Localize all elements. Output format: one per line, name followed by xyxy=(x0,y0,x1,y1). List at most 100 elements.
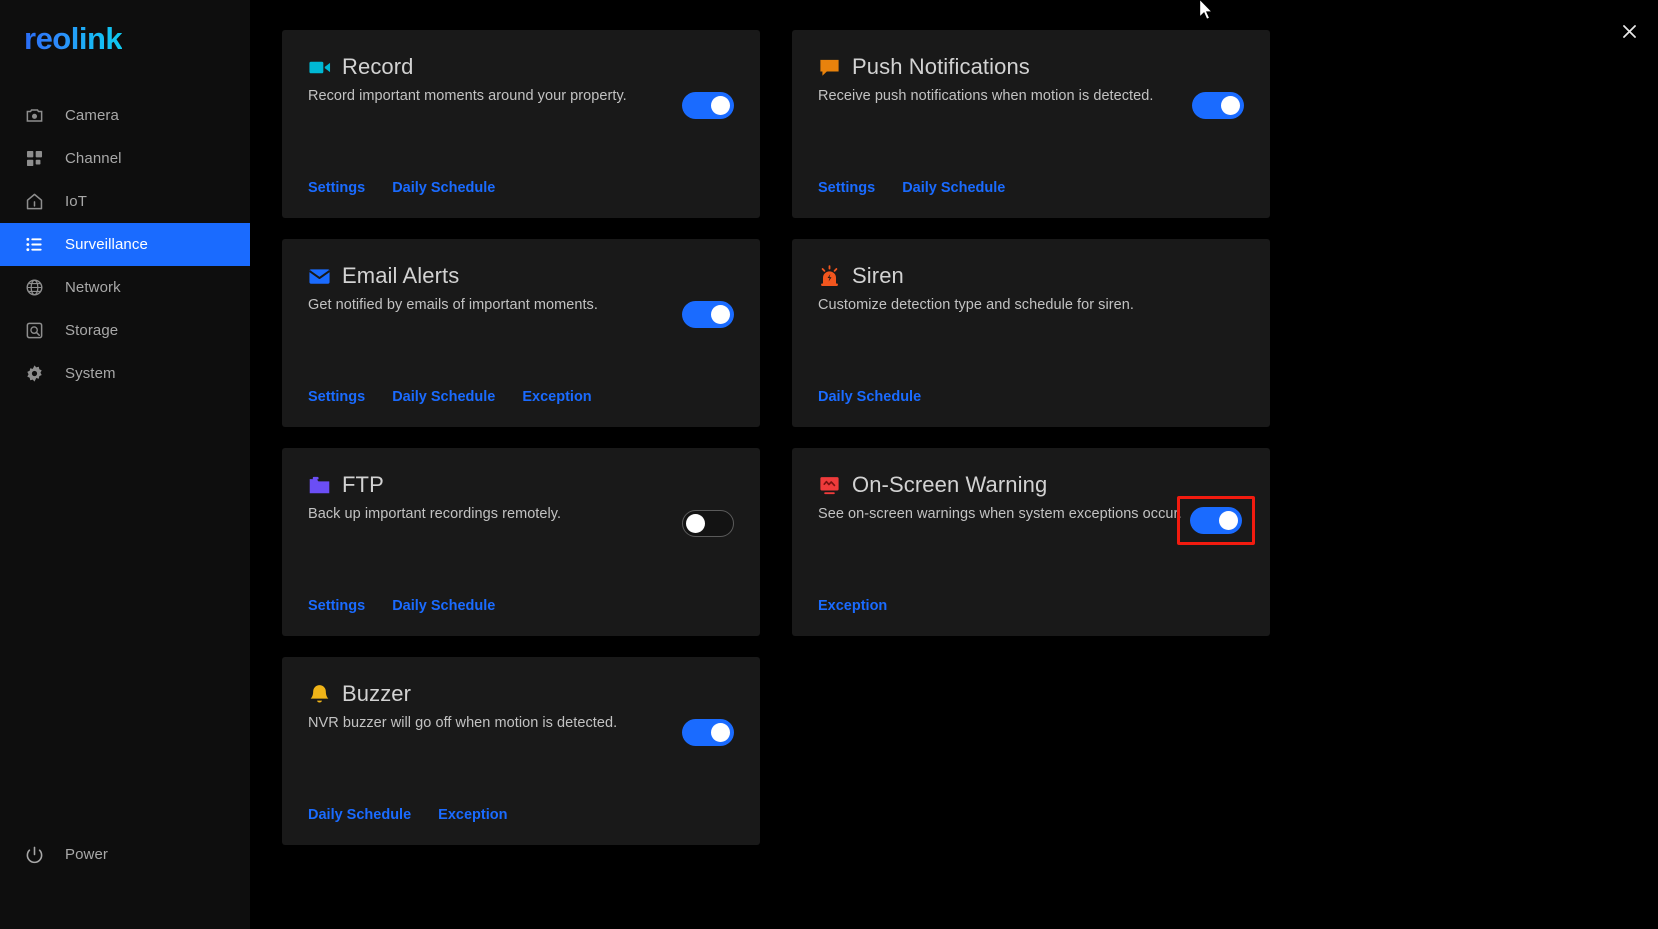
card-links: Settings Daily Schedule Exception xyxy=(308,389,592,405)
siren-icon xyxy=(818,264,841,288)
card-title: On-Screen Warning xyxy=(852,472,1048,497)
card-links: Settings Daily Schedule xyxy=(308,180,495,196)
card-header: Email Alerts xyxy=(308,263,734,289)
card-header: Push Notifications xyxy=(818,54,1244,80)
link-exception[interactable]: Exception xyxy=(522,389,591,405)
card-title: Siren xyxy=(852,263,904,288)
card-links: Daily Schedule xyxy=(818,389,921,405)
sidebar: reolink Camera Channel IoT Surveillance Netw… xyxy=(0,0,250,929)
sidebar-item-label: Storage xyxy=(65,322,119,340)
power-button[interactable]: Power xyxy=(0,844,250,864)
globe-icon xyxy=(24,278,44,298)
bell-icon xyxy=(308,683,331,706)
toggle-switch[interactable] xyxy=(1190,507,1242,534)
card-links: Settings Daily Schedule xyxy=(818,180,1005,196)
feature-card-grid: Record Record important moments around yo… xyxy=(282,30,1270,845)
link-daily-schedule[interactable]: Daily Schedule xyxy=(392,389,495,405)
toggle-switch[interactable] xyxy=(682,301,734,328)
card-header: Buzzer xyxy=(308,681,734,707)
toggle-switch[interactable] xyxy=(682,92,734,119)
toggle-container xyxy=(682,510,734,537)
speech-bubble-icon xyxy=(818,56,841,79)
card-ftp: FTP Back up important recordings remotely… xyxy=(282,448,760,636)
sidebar-nav: Camera Channel IoT Surveillance Network Stora… xyxy=(0,94,250,395)
envelope-icon xyxy=(308,265,331,288)
link-daily-schedule[interactable]: Daily Schedule xyxy=(392,180,495,196)
toggle-switch[interactable] xyxy=(1192,92,1244,119)
video-camera-icon xyxy=(308,56,331,79)
sidebar-item-label: Camera xyxy=(65,107,119,125)
toggle-container xyxy=(682,719,734,746)
link-exception[interactable]: Exception xyxy=(818,598,887,614)
link-settings[interactable]: Settings xyxy=(308,180,365,196)
card-title: FTP xyxy=(342,472,384,497)
home-icon xyxy=(24,192,44,212)
toggle-switch[interactable] xyxy=(682,719,734,746)
hard-drive-icon xyxy=(24,321,44,341)
toggle-knob xyxy=(711,723,730,742)
card-header: On-Screen Warning xyxy=(818,472,1244,498)
link-daily-schedule[interactable]: Daily Schedule xyxy=(818,389,921,405)
card-links: Exception xyxy=(818,598,887,614)
sidebar-item-surveillance[interactable]: Surveillance xyxy=(0,223,250,267)
main-content: Record Record important moments around yo… xyxy=(250,0,1658,929)
sidebar-item-label: IoT xyxy=(65,193,87,211)
card-description: Receive push notifications when motion i… xyxy=(818,88,1154,104)
sidebar-item-network[interactable]: Network xyxy=(0,266,250,309)
card-title: Push Notifications xyxy=(852,54,1030,79)
link-settings[interactable]: Settings xyxy=(308,598,365,614)
close-button[interactable] xyxy=(1615,17,1643,45)
link-exception[interactable]: Exception xyxy=(438,807,507,823)
toggle-knob xyxy=(686,513,705,533)
power-label: Power xyxy=(65,845,109,863)
toggle-knob xyxy=(1219,511,1238,530)
toggle-switch[interactable] xyxy=(682,510,734,537)
highlight-box xyxy=(1177,496,1255,545)
sidebar-item-iot[interactable]: IoT xyxy=(0,180,250,223)
toggle-container xyxy=(682,301,734,328)
card-description: Record important moments around your pro… xyxy=(308,88,627,104)
card-description: Get notified by emails of important mome… xyxy=(308,297,598,313)
link-daily-schedule[interactable]: Daily Schedule xyxy=(308,807,411,823)
link-settings[interactable]: Settings xyxy=(818,180,875,196)
camera-icon xyxy=(24,106,44,126)
card-header: Siren xyxy=(818,263,1244,289)
card-links: Settings Daily Schedule xyxy=(308,598,495,614)
toggle-container xyxy=(1192,92,1244,119)
monitor-warning-icon xyxy=(818,474,841,497)
sidebar-item-storage[interactable]: Storage xyxy=(0,309,250,352)
sidebar-item-label: Surveillance xyxy=(65,236,148,254)
card-description: See on-screen warnings when system excep… xyxy=(818,506,1182,522)
card-header: FTP xyxy=(308,472,734,498)
power-icon xyxy=(24,844,44,864)
card-description: Back up important recordings remotely. xyxy=(308,506,562,522)
sidebar-item-label: Channel xyxy=(65,150,122,168)
card-title: Record xyxy=(342,54,414,79)
card-siren: Siren Customize detection type and schedu… xyxy=(792,239,1270,427)
card-buzzer: Buzzer NVR buzzer will go off when motion… xyxy=(282,657,760,845)
grid-icon xyxy=(24,149,44,169)
sidebar-item-label: Network xyxy=(65,279,121,297)
toggle-knob xyxy=(711,305,730,324)
toggle-knob xyxy=(1221,96,1240,115)
card-title: Buzzer xyxy=(342,681,412,706)
card-header: Record xyxy=(308,54,734,80)
card-record: Record Record important moments around yo… xyxy=(282,30,760,218)
sidebar-item-channel[interactable]: Channel xyxy=(0,137,250,180)
gear-icon xyxy=(24,364,44,384)
card-email-alerts: Email Alerts Get notified by emails of im… xyxy=(282,239,760,427)
app-root: reolink Camera Channel IoT Surveillance Netw… xyxy=(0,0,1658,929)
card-on-screen-warning: On-Screen Warning See on-screen warnings … xyxy=(792,448,1270,636)
list-icon xyxy=(24,235,44,255)
reolink-logo: reolink xyxy=(24,21,123,56)
toggle-knob xyxy=(711,96,730,115)
toggle-container xyxy=(682,92,734,119)
card-description: NVR buzzer will go off when motion is de… xyxy=(308,715,618,731)
sidebar-item-system[interactable]: System xyxy=(0,352,250,395)
card-title: Email Alerts xyxy=(342,263,460,288)
link-settings[interactable]: Settings xyxy=(308,389,365,405)
link-daily-schedule[interactable]: Daily Schedule xyxy=(902,180,1005,196)
sidebar-item-label: System xyxy=(65,365,116,383)
sidebar-item-camera[interactable]: Camera xyxy=(0,94,250,137)
link-daily-schedule[interactable]: Daily Schedule xyxy=(392,598,495,614)
